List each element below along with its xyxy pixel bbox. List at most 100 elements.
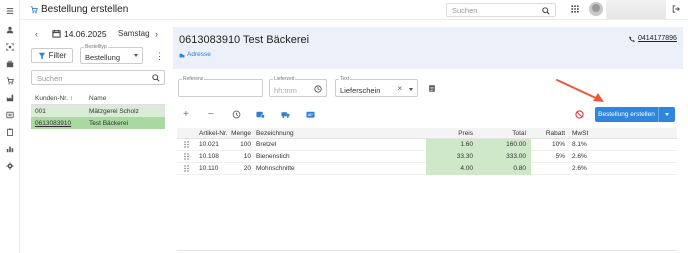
cart-icon[interactable] [6,77,14,85]
column-header-mwst[interactable]: MwSt [565,130,595,137]
column-header-menge[interactable]: Menge [231,130,251,137]
cell-preis[interactable]: 4.00 [426,162,477,175]
lieferzeit-label: Lieferzeit [273,76,296,82]
logout-icon[interactable] [672,5,680,13]
history-icon[interactable] [232,110,241,119]
table-row[interactable]: 10.108 10 Bienenstich 33.30 333.00 5% 2.… [177,150,677,163]
avatar[interactable] [589,2,603,16]
bestelltyp-select[interactable]: Bestelltyp Bestellung [80,44,143,64]
items-table-header: Artikel-Nr. Menge Bezeichnung Preis Tota… [177,128,677,139]
referenz-field[interactable]: Referenz [178,76,263,97]
filter-button[interactable]: Filter [31,48,73,63]
truck-icon[interactable] [281,110,290,119]
cell-name: Test Bäckerei [89,119,129,127]
cell-menge[interactable]: 20 [231,165,251,172]
search-icon[interactable] [152,74,160,82]
cell-menge[interactable]: 100 [231,141,251,148]
table-row[interactable]: 001 Mätzgerei Scholz [31,105,165,117]
lieferzeit-field[interactable]: Lieferzeit hh:mm [269,76,327,97]
text-label: Text [339,76,351,82]
cell-artikel-nr[interactable]: 10.021 [199,141,231,148]
date-value[interactable]: 14.06.2025 [64,29,107,39]
column-header-name[interactable]: Name [89,95,165,102]
cell-preis[interactable]: 1.60 [426,138,477,151]
phone-link[interactable]: 0414177896 [629,35,677,42]
column-header-bezeichnung[interactable]: Bezeichnung [251,130,426,137]
add-icon[interactable]: + [183,110,192,120]
search-icon[interactable] [542,7,550,15]
cell-name: Mätzgerei Scholz [89,107,139,115]
column-header-total[interactable]: Total [477,128,531,139]
chevron-down-icon [665,113,669,116]
article-copy-icon[interactable] [256,110,265,119]
column-header-kunden-nr[interactable]: Kunden-Nr. ↑ [31,95,89,102]
user-icon[interactable] [6,26,14,34]
receipt-icon[interactable] [6,111,14,119]
phone-number: 0414177896 [638,35,677,42]
text-select[interactable]: Text Lieferschein × [335,76,418,97]
annotation-arrow-icon [556,79,604,102]
card-icon[interactable] [306,110,315,119]
table-row-selected[interactable]: 0613083910 Test Bäckerei [31,117,165,129]
cell-preis[interactable]: 33.30 [426,150,477,163]
briefcase-icon[interactable] [6,60,14,68]
building-icon [179,53,185,57]
bar-chart-icon[interactable] [6,145,14,153]
menu-icon[interactable] [6,7,14,15]
weekday-label: Samstag [118,29,150,38]
column-header-preis[interactable]: Preis [426,128,477,139]
create-order-label: Bestellung erstellen [598,111,655,118]
cell-total: 0.80 [477,162,531,175]
cell-artikel-nr[interactable]: 10.110 [199,165,231,172]
chevron-down-icon[interactable] [409,88,413,91]
factory-icon[interactable] [6,94,14,102]
cell-rabatt[interactable]: 10% [531,141,565,148]
nav-rail [0,0,20,253]
cell-total: 333.00 [477,150,531,163]
create-order-button[interactable]: Bestellung erstellen [595,107,675,122]
settings-gear-icon[interactable] [6,162,14,170]
table-row[interactable]: 10.110 20 Mohnschnitte 4.00 0.80 2.6% [177,162,677,175]
cell-rabatt[interactable]: 5% [531,153,565,160]
cell-kunden-nr: 001 [35,107,46,115]
referenz-label: Referenz [182,76,205,82]
table-row[interactable]: 10.021 100 Bretzel 1.60 160.00 10% 8.1% [177,138,677,151]
sort-up-arrow-icon[interactable]: ↑ [70,95,73,102]
divider [177,250,677,251]
lieferzeit-placeholder: hh:mm [274,86,297,95]
document-icon[interactable] [428,84,436,93]
cell-bezeichnung: Mohnschnitte [256,165,295,172]
cancel-order-icon[interactable] [575,110,584,119]
search-placeholder: Suchen [452,6,478,15]
apps-grid-icon[interactable] [571,5,579,13]
cell-kunden-nr[interactable]: 0613083910 [31,120,89,127]
text-value: Lieferschein [340,86,381,95]
cell-artikel-nr[interactable]: 10.108 [199,153,231,160]
user-name-area[interactable] [606,0,666,19]
scan-icon[interactable] [6,43,14,51]
address-link[interactable]: Adresse [179,51,211,58]
drag-handle-icon[interactable] [184,165,189,172]
app-title: Bestellung erstellen [30,4,128,15]
remove-icon[interactable]: − [208,110,217,120]
drag-handle-icon[interactable] [184,141,189,148]
customer-table-header: Kunden-Nr. ↑ Name [31,93,165,105]
column-header-rabatt[interactable]: Rabatt [531,130,565,137]
drag-handle-icon[interactable] [184,153,189,160]
cell-mwst: 8.1% [572,141,587,148]
cell-menge[interactable]: 10 [231,153,251,160]
more-options-icon[interactable]: ⋮ [155,51,164,62]
customer-search-placeholder: Suchen [37,74,63,83]
cell-mwst: 2.6% [572,165,587,172]
global-search-input[interactable]: Suchen [446,3,556,17]
filter-icon [38,52,45,59]
chevron-left-icon[interactable]: ‹ [35,29,38,39]
clipboard-icon[interactable] [6,128,14,136]
customer-search-input[interactable]: Suchen [31,70,165,85]
clock-icon[interactable] [314,85,322,93]
chevron-right-icon[interactable]: › [155,29,158,39]
calendar-icon[interactable] [52,29,61,38]
create-order-dropdown[interactable] [659,113,675,116]
clear-icon[interactable]: × [397,84,402,93]
column-header-artikel-nr[interactable]: Artikel-Nr. [199,130,231,137]
